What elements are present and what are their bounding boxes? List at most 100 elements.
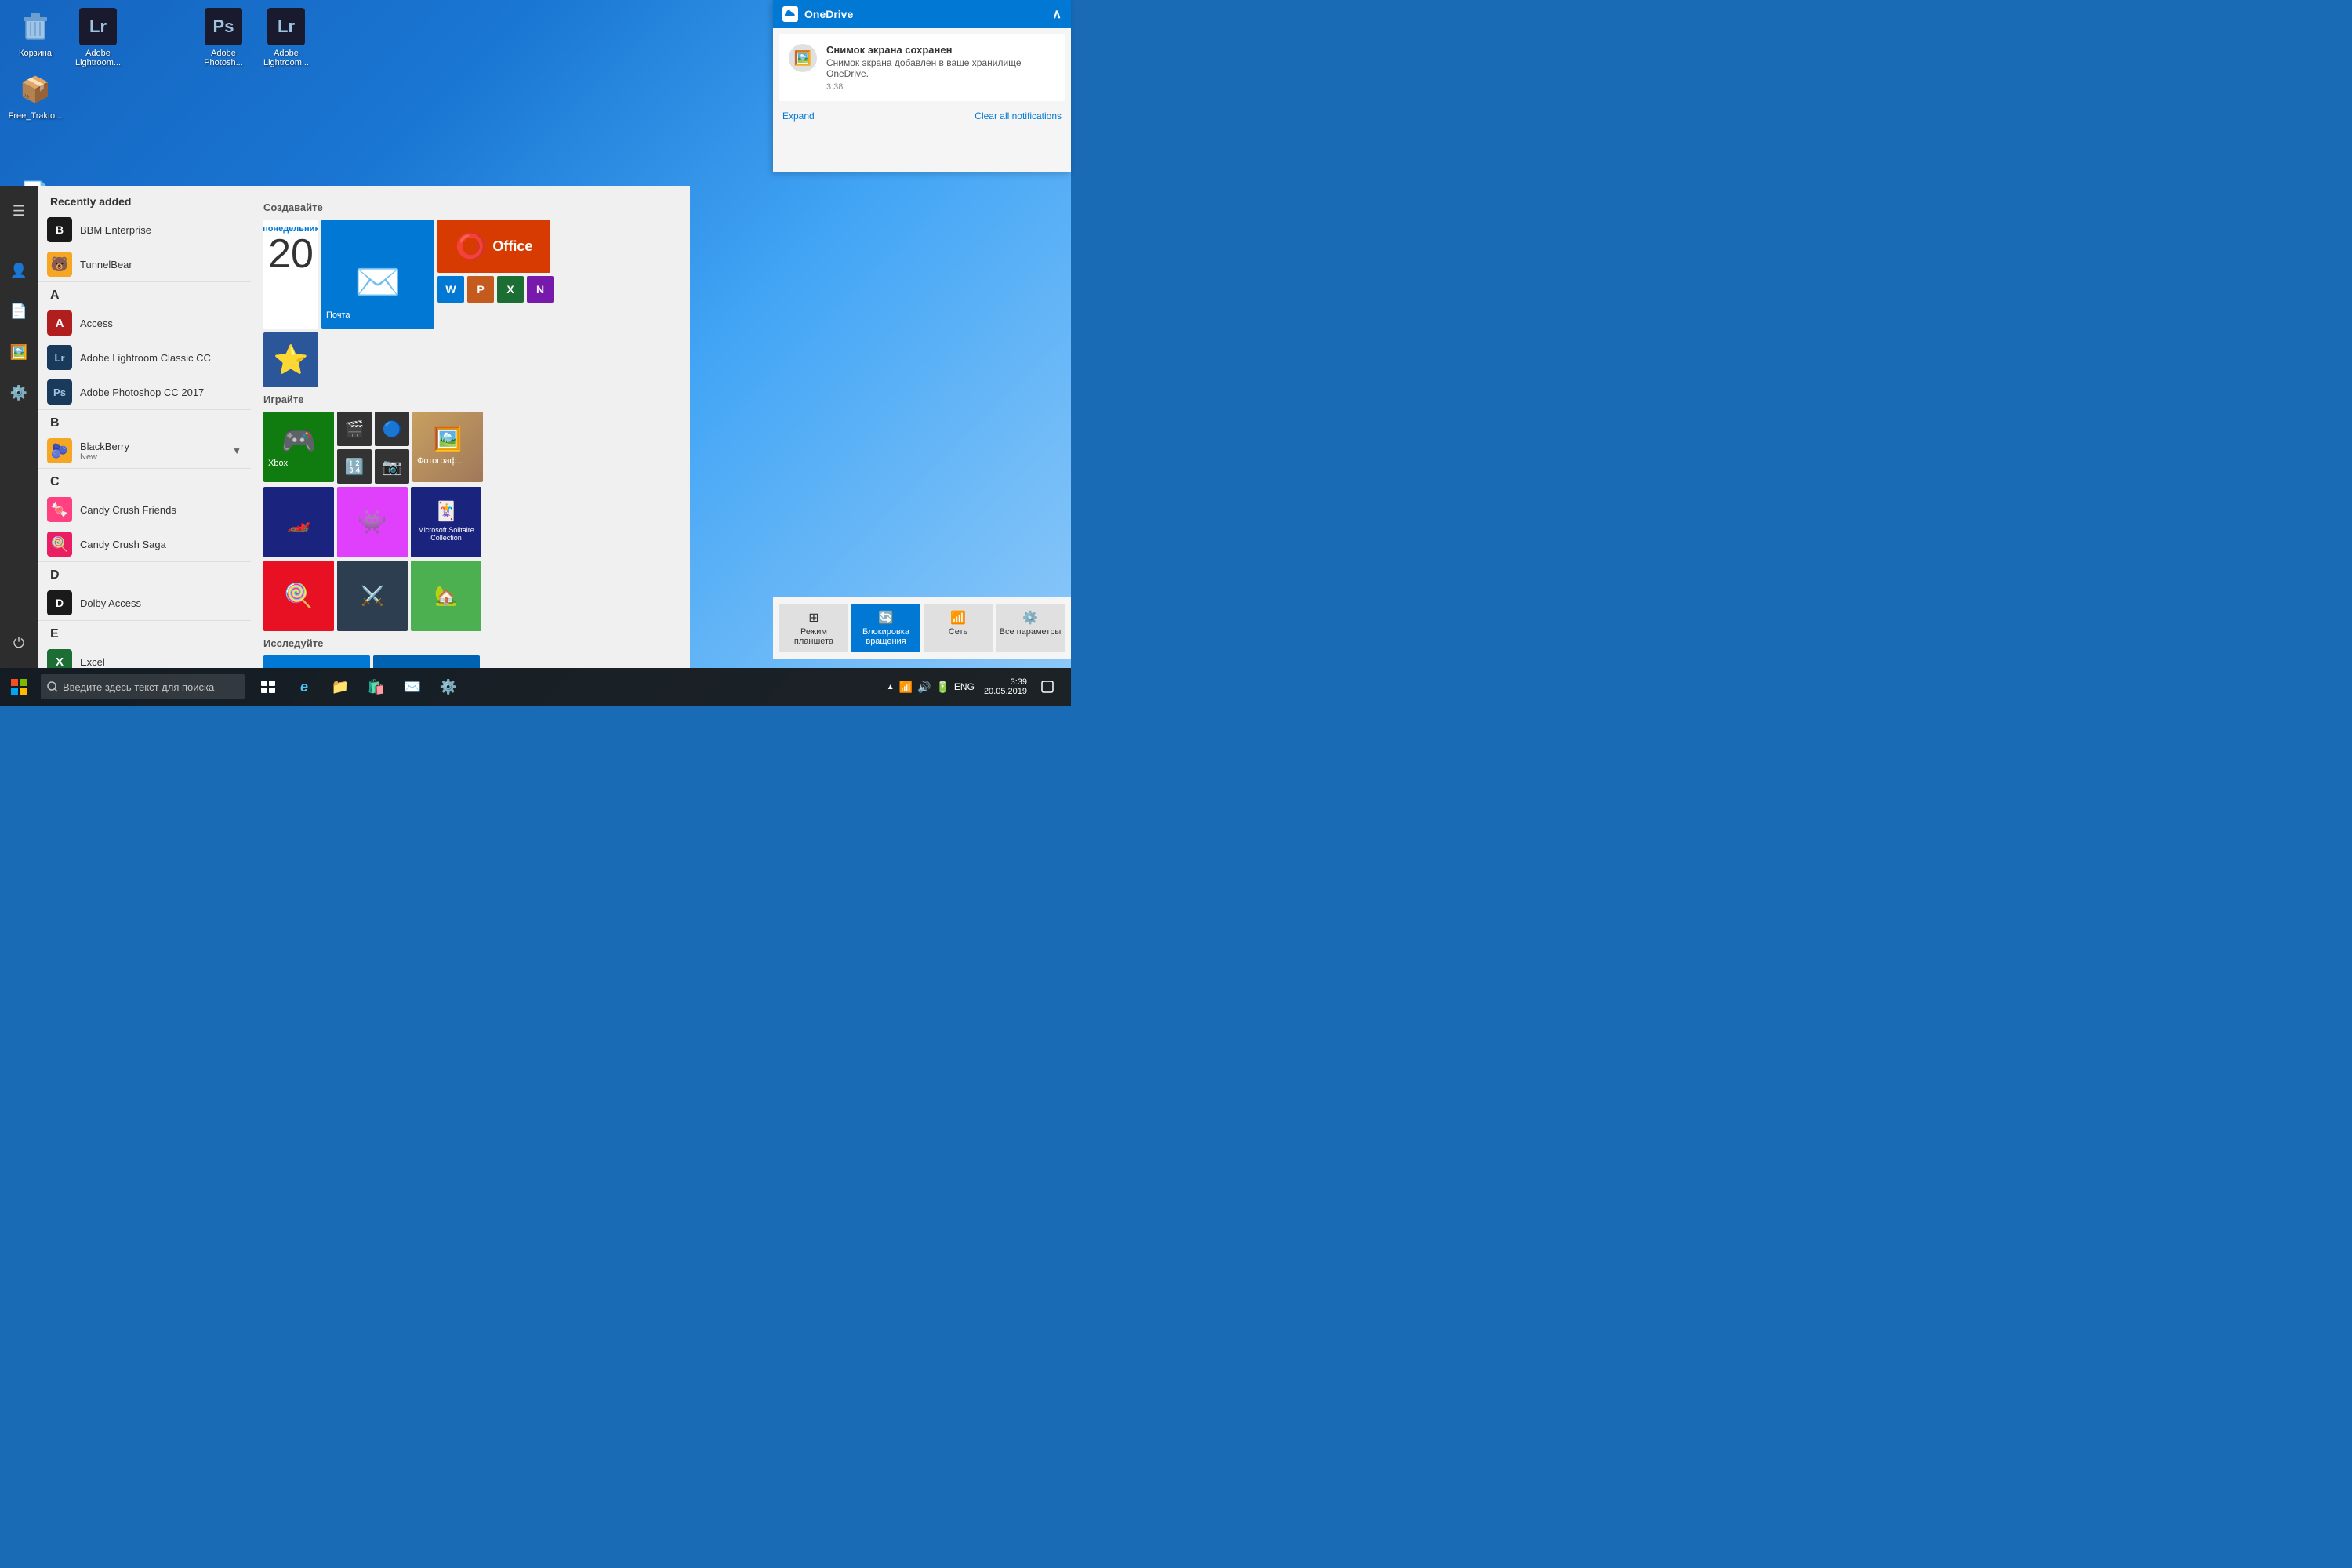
notification-close-icon[interactable]: ∧ [1052,6,1062,22]
mixed-reality-tile[interactable]: 🔵 [375,412,409,446]
notification-card: 🖼️ Снимок экрана сохранен Снимок экрана … [779,34,1065,101]
keyboard-lang[interactable]: ENG [954,681,975,692]
calendar-tile[interactable]: понедельник 20 [263,220,318,329]
network-btn[interactable]: 📶 Сеть [924,604,993,652]
access-icon: A [47,310,72,336]
video-tile[interactable]: 🎬 [337,412,372,446]
app-item-adobe-photoshop[interactable]: Ps Adobe Photoshop CC 2017 [38,375,251,409]
hamburger-menu-icon[interactable]: ☰ [0,192,38,230]
battlefield-tile[interactable]: ⚔️ [337,561,408,631]
favorites-tile[interactable]: ⭐ [263,332,318,387]
powerpoint-tile[interactable]: P [467,276,494,303]
documents-icon[interactable]: 📄 [0,292,38,330]
xbox-icon: 🎮 [281,424,317,457]
adobe-lightroom-label: Adobe Lightroom Classic CC [80,352,211,364]
power-icon[interactable]: ⏻ [0,624,38,662]
chevron-up-icon[interactable]: ▲ [887,683,895,691]
office-group: ⭕ Office W P X N [437,220,554,329]
user-account-icon[interactable]: 👤 [0,252,38,289]
task-view-button[interactable] [251,668,285,706]
blackberry-label: BlackBerry [80,441,129,452]
office-icon: ⭕ [456,231,487,261]
notification-card-title: Снимок экрана сохранен [826,44,1055,56]
taskbar-right-area: ▲ 📶 🔊 🔋 ENG 3:39 20.05.2019 [887,668,1071,706]
mail-button[interactable]: ✉️ [395,668,430,706]
free-traktor-label: Free_Trakto... [9,111,63,121]
start-left-sidebar: ☰ 👤 📄 🖼️ ⚙️ ⏻ [0,186,38,668]
action-center-button[interactable] [1030,668,1065,706]
xbox-tile[interactable]: 🎮 Xbox [263,412,334,482]
all-settings-btn[interactable]: ⚙️ Все параметры [996,604,1065,652]
excel-tile[interactable]: X [497,276,524,303]
blackberry-sublabel: New [80,452,129,462]
app-item-bbm[interactable]: B BBM Enterprise [38,212,251,247]
app-item-adobe-lightroom[interactable]: Lr Adobe Lightroom Classic CC [38,340,251,375]
play-row3: 🍭 ⚔️ 🏡 [263,561,677,631]
ms-edge-tile[interactable]: e Microsoft Edge [373,655,480,668]
app-item-blackberry[interactable]: 🫐 BlackBerry New ▼ [38,434,251,468]
pictures-icon[interactable]: 🖼️ [0,333,38,371]
adobe-lightroom-icon: Lr [47,345,72,370]
office-tile[interactable]: ⭕ Office [437,220,550,273]
all-settings-label: Все параметры [999,627,1062,637]
settings-icon[interactable]: ⚙️ [0,374,38,412]
free-traktor-icon: 📦 [16,71,54,108]
taskbar-clock[interactable]: 3:39 20.05.2019 [984,677,1027,696]
mail-icon: ✉️ [354,260,401,304]
desktop-icon-lightroom2[interactable]: Lr Adobe Lightroom... [259,8,314,67]
app-item-tunnelbear[interactable]: 🐻 TunnelBear [38,247,251,281]
lightroom1-icon: Lr [79,8,117,45]
app-item-candy-friends[interactable]: 🍬 Candy Crush Friends [38,492,251,527]
clock-date: 20.05.2019 [984,687,1027,696]
ms-store-tile[interactable]: 🛍️ Microsoft Store [263,655,370,668]
homescapes-icon: 🏡 [434,585,458,608]
tunnelbear-label: TunnelBear [80,259,132,270]
blackberry-expand-icon[interactable]: ▼ [232,445,241,456]
solitaire-label: Microsoft Solitaire Collection [411,523,481,545]
bbm-icon: B [47,217,72,242]
start-button[interactable] [0,668,38,706]
onenote-tile[interactable]: N [527,276,554,303]
tablet-mode-btn[interactable]: ⊞ Режим планшета [779,604,848,652]
homescapes-tile[interactable]: 🏡 [411,561,481,631]
store-button[interactable]: 🛍️ [359,668,394,706]
candy-friends-tile[interactable]: 👾 [337,487,408,557]
tunnelbear-icon: 🐻 [47,252,72,277]
desktop-icon-free-traktor[interactable]: 📦 Free_Trakto... [8,71,63,121]
clear-all-button[interactable]: Clear all notifications [975,111,1062,122]
photos-tile[interactable]: 🖼️ Фотограф... [412,412,483,482]
file-explorer-button[interactable]: 📁 [323,668,358,706]
settings-button[interactable]: ⚙️ [431,668,466,706]
asphalt-icon: 🏎️ [287,511,310,534]
taskbar-search-box[interactable] [41,674,245,699]
volume-icon[interactable]: 🔊 [917,681,931,694]
desktop-icon-photoshop[interactable]: Ps Adobe Photosh... [196,8,251,67]
search-input[interactable] [63,681,235,693]
asphalt-tile[interactable]: 🏎️ [263,487,334,557]
desktop-icon-lightroom1[interactable]: Lr Adobe Lightroom... [71,8,125,67]
desktop-icon-recycle-bin[interactable]: Корзина [8,8,63,67]
dolby-label: Dolby Access [80,597,141,609]
camera-tile[interactable]: 📷 [375,449,409,484]
media-group: 🎬 🔵 🔢 📷 [337,412,409,484]
adobe-photoshop-label: Adobe Photoshop CC 2017 [80,387,204,398]
expand-button[interactable]: Expand [782,111,815,122]
ms-solitaire-tile[interactable]: 🃏 Microsoft Solitaire Collection [411,487,481,557]
access-label: Access [80,318,113,329]
app-item-access[interactable]: A Access [38,306,251,340]
rotation-lock-btn[interactable]: 🔄 Блокировка вращения [851,604,920,652]
app-item-excel[interactable]: X Excel [38,644,251,668]
media-row2: 🔢 📷 [337,449,409,484]
excel-label: Excel [80,656,105,668]
calculator-tile[interactable]: 🔢 [337,449,372,484]
candy-saga-tile[interactable]: 🍭 [263,561,334,631]
network-icon[interactable]: 📶 [899,681,913,694]
word-tile[interactable]: W [437,276,464,303]
lightroom1-label: Adobe Lightroom... [71,49,125,67]
office-label: Office [492,238,532,255]
edge-button[interactable]: e [287,668,321,706]
app-item-candy-saga[interactable]: 🍭 Candy Crush Saga [38,527,251,561]
mail-tile[interactable]: ✉️ Почта [321,220,434,329]
solitaire-icon: 🃏 [434,500,458,523]
app-item-dolby[interactable]: D Dolby Access [38,586,251,620]
